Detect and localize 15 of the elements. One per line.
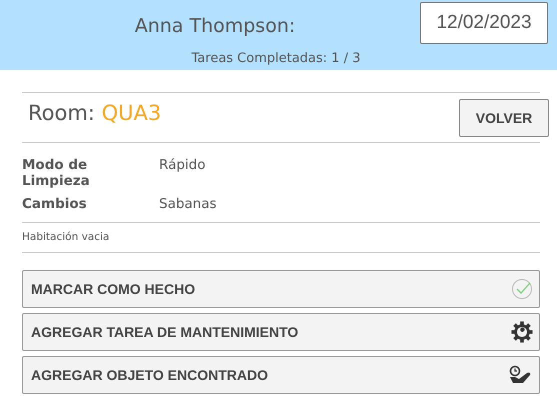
detail-value: Rápido bbox=[159, 157, 207, 175]
check-circle-icon bbox=[511, 278, 533, 300]
detail-label: Cambios bbox=[22, 196, 88, 212]
user-name: Anna Thompson: bbox=[134, 15, 296, 37]
back-button[interactable]: VOLVER bbox=[459, 98, 549, 136]
hand-watch-icon bbox=[509, 365, 533, 385]
gear-wrench-icon bbox=[511, 321, 533, 343]
detail-value: Sabanas bbox=[159, 196, 218, 212]
room-note: Habitación vacia bbox=[22, 223, 540, 253]
action-button[interactable]: MARCAR COMO HECHO bbox=[22, 270, 540, 308]
room-title: Room: QUA3 bbox=[28, 100, 162, 124]
detail-label: Modo de Limpieza bbox=[22, 157, 91, 189]
date-field[interactable]: 12/02/2023 bbox=[420, 2, 548, 44]
action-button[interactable]: AGREGAR OBJETO ENCONTRADO bbox=[22, 356, 540, 394]
action-button[interactable]: AGREGAR TAREA DE MANTENIMIENTO bbox=[22, 313, 540, 351]
